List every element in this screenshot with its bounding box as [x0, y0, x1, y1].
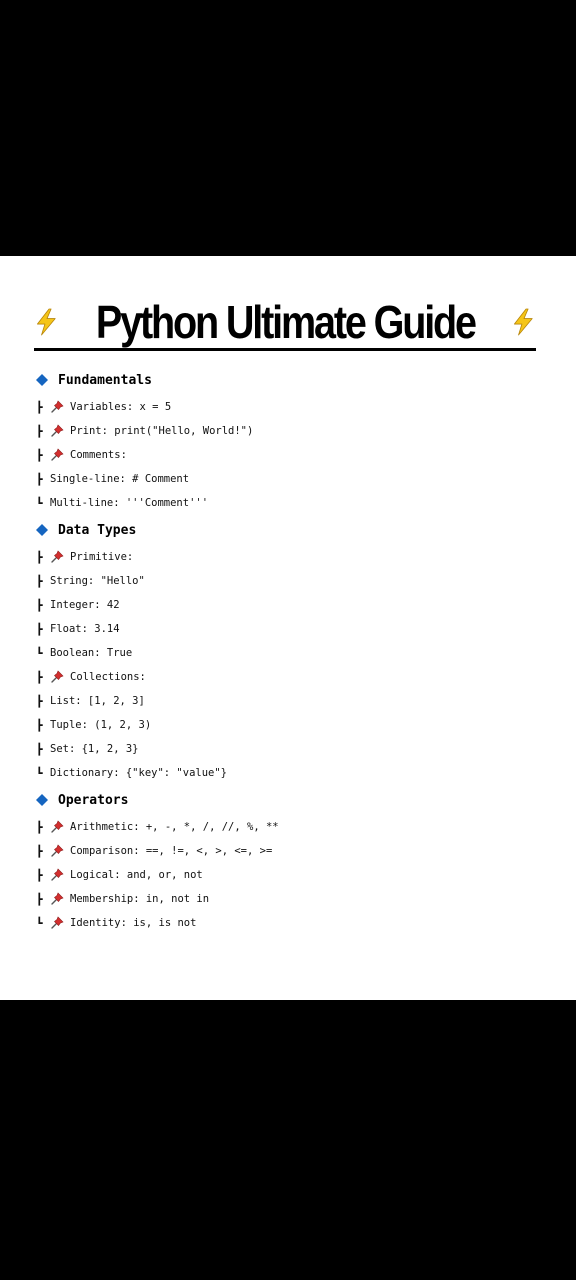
tree-branch-glyph: ┣: [36, 622, 43, 636]
title-underline: [34, 348, 536, 351]
outline-item-text: Membership: in, not in: [70, 893, 210, 905]
outline-item: ┣ Tuple: (1, 2, 3): [36, 715, 151, 735]
outline-item: ┣ Print: print("Hello, World!"): [36, 421, 253, 441]
outline-item-text: Set: {1, 2, 3}: [50, 743, 139, 755]
title-row: Python Ultimate Guide: [34, 294, 536, 350]
blue-diamond-icon: [36, 524, 48, 536]
tree-branch-glyph: ┣: [36, 400, 43, 414]
pushpin-icon: [51, 448, 64, 461]
pushpin-icon: [51, 820, 64, 833]
tree-branch-glyph: ┣: [36, 892, 43, 906]
tree-branch-glyph: ┣: [36, 670, 43, 684]
screen: Python Ultimate Guide Fundamentals ┣ Varia…: [0, 0, 576, 1280]
tree-branch-glyph: ┣: [36, 844, 43, 858]
pushpin-icon: [51, 868, 64, 881]
outline-item-text: Float: 3.14: [50, 623, 120, 635]
outline-item: ┣ Comparison: ==, !=, <, >, <=, >=: [36, 841, 272, 861]
tree-branch-glyph: ┣: [36, 868, 43, 882]
outline-item: ┣ Variables: x = 5: [36, 397, 171, 417]
tree-branch-glyph: ┣: [36, 694, 43, 708]
tree-branch-glyph: ┗: [36, 766, 43, 780]
tree-branch-glyph: ┣: [36, 550, 43, 564]
outline-item-text: Boolean: True: [50, 647, 133, 659]
outline-item-text: Dictionary: {"key": "value"}: [50, 767, 228, 779]
tree-branch-glyph: ┣: [36, 742, 43, 756]
section-header: Fundamentals: [36, 368, 152, 392]
tree-branch-glyph: ┣: [36, 820, 43, 834]
outline-item: ┗ Boolean: True: [36, 643, 132, 663]
outline-item-text: Arithmetic: +, -, *, /, //, %, **: [70, 821, 279, 833]
outline-item-text: Identity: is, is not: [70, 917, 197, 929]
tree-branch-glyph: ┣: [36, 448, 43, 462]
outline-item-text: List: [1, 2, 3]: [50, 695, 145, 707]
blue-diamond-icon: [36, 794, 48, 806]
outline-item: ┣ Comments:: [36, 445, 127, 465]
tree-branch-glyph: ┣: [36, 718, 43, 732]
tree-branch-glyph: ┣: [36, 472, 43, 486]
outline-item: ┗ Multi-line: '''Comment''': [36, 493, 208, 513]
outline-item-text: Primitive:: [70, 551, 134, 563]
outline-item: ┣ Primitive:: [36, 547, 133, 567]
outline-item-text: Collections:: [70, 671, 146, 683]
outline-item: ┣ Collections:: [36, 667, 146, 687]
outline-item: ┗ Identity: is, is not: [36, 913, 196, 933]
outline-item-text: Integer: 42: [50, 599, 120, 611]
outline-item-text: Comparison: ==, !=, <, >, <=, >=: [70, 845, 273, 857]
tree-branch-glyph: ┣: [36, 574, 43, 588]
section-header: Operators: [36, 788, 128, 812]
section-title: Operators: [58, 792, 129, 808]
section-title: Fundamentals: [58, 372, 152, 388]
outline-item-text: String: "Hello": [50, 575, 145, 587]
lightning-icon: [37, 308, 56, 336]
outline-item-text: Logical: and, or, not: [70, 869, 203, 881]
outline-item: ┣ Logical: and, or, not: [36, 865, 203, 885]
pushpin-icon: [51, 844, 64, 857]
outline-item-text: Comments:: [70, 449, 127, 461]
outline-item-text: Tuple: (1, 2, 3): [50, 719, 152, 731]
outline-item: ┣ Single-line: # Comment: [36, 469, 189, 489]
pushpin-icon: [51, 424, 64, 437]
pushpin-icon: [51, 670, 64, 683]
tree-branch-glyph: ┗: [36, 646, 43, 660]
pushpin-icon: [51, 550, 64, 563]
tree-branch-glyph: ┣: [36, 598, 43, 612]
tree-branch-glyph: ┗: [36, 496, 43, 510]
outline-item-text: Print: print("Hello, World!"): [70, 425, 254, 437]
outline-item: ┣ Integer: 42: [36, 595, 120, 615]
outline-item-text: Multi-line: '''Comment''': [50, 497, 209, 509]
guide-card: Python Ultimate Guide Fundamentals ┣ Varia…: [0, 256, 576, 1000]
pushpin-icon: [51, 892, 64, 905]
outline-item: ┣ List: [1, 2, 3]: [36, 691, 145, 711]
page-title: Python Ultimate Guide: [95, 296, 476, 348]
outline-item: ┗ Dictionary: {"key": "value"}: [36, 763, 227, 783]
tree-branch-glyph: ┣: [36, 424, 43, 438]
section-title: Data Types: [58, 522, 137, 538]
lightning-icon: [514, 308, 533, 336]
outline-item: ┣ Float: 3.14: [36, 619, 120, 639]
outline-item: ┣ String: "Hello": [36, 571, 145, 591]
outline-item: ┣ Arithmetic: +, -, *, /, //, %, **: [36, 817, 279, 837]
outline-item: ┣ Membership: in, not in: [36, 889, 209, 909]
outline-item: ┣ Set: {1, 2, 3}: [36, 739, 139, 759]
pushpin-icon: [51, 916, 64, 929]
tree-branch-glyph: ┗: [36, 916, 43, 930]
blue-diamond-icon: [36, 374, 48, 386]
outline-item-text: Single-line: # Comment: [50, 473, 190, 485]
section-header: Data Types: [36, 518, 136, 542]
outline-item-text: Variables: x = 5: [70, 401, 172, 413]
pushpin-icon: [51, 400, 64, 413]
